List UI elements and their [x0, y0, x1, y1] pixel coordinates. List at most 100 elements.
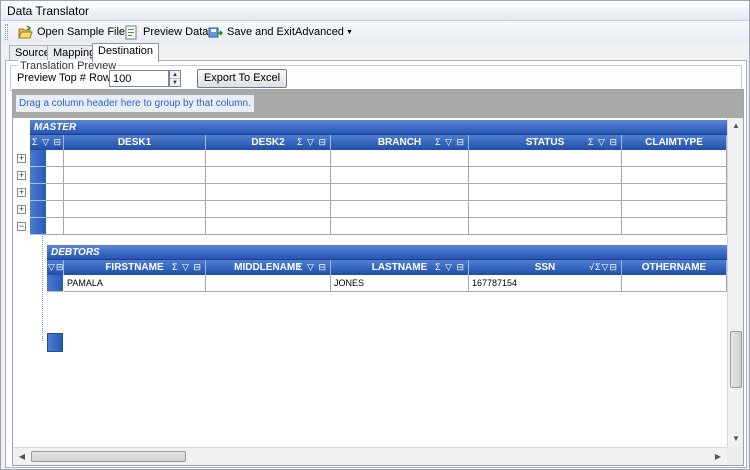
master-cell[interactable] [331, 150, 469, 167]
master-cell[interactable] [331, 218, 469, 235]
debtors-col-middlename[interactable]: MIDDLENAME Σ ▽ ⊟ [206, 260, 331, 275]
master-row-selector[interactable] [30, 201, 46, 218]
master-row-indicator-cell[interactable] [46, 201, 64, 218]
master-cell[interactable] [331, 201, 469, 218]
tab-destination[interactable]: Destination [92, 43, 160, 62]
open-sample-file-button[interactable]: Open Sample File [18, 23, 125, 41]
master-cell[interactable] [331, 167, 469, 184]
vertical-scrollbar[interactable]: ▲ ▼ [727, 118, 743, 465]
debtor-cell-firstname[interactable]: PAMALA [64, 275, 206, 292]
toolbar-grip[interactable] [5, 24, 8, 40]
collapse-row-icon[interactable]: − [17, 222, 26, 231]
debtors-col-ssn-label: SSN [534, 262, 556, 273]
scroll-corner [727, 447, 743, 465]
save-and-exit-button[interactable]: Save and Exit [208, 23, 295, 41]
master-col-desk1[interactable]: DESK1 [64, 135, 206, 150]
master-cell[interactable] [469, 218, 622, 235]
master-cell[interactable] [622, 218, 727, 235]
debtors-corner-icon: ▽⊟ [48, 262, 64, 272]
master-cell[interactable] [206, 218, 331, 235]
lastname-header-icons[interactable]: Σ ▽ ⊟ [435, 260, 465, 275]
master-cell[interactable] [469, 167, 622, 184]
master-row-selector[interactable] [30, 150, 46, 167]
master-cell[interactable] [469, 201, 622, 218]
horizontal-scrollbar[interactable]: ◀ ▶ [13, 447, 727, 465]
debtors-col-othername[interactable]: OTHERNAME [622, 260, 727, 275]
expand-row-icon[interactable]: + [17, 188, 26, 197]
debtors-col-lastname[interactable]: LASTNAME Σ ▽ ⊟ [331, 260, 469, 275]
master-cell[interactable] [622, 184, 727, 201]
status-header-icons[interactable]: Σ ▽ ⊟ [588, 135, 618, 150]
spin-down-icon[interactable]: ▼ [170, 79, 180, 87]
debtor-cell-ssn[interactable]: 167787154 [469, 275, 622, 292]
debtor-cell-middlename[interactable] [206, 275, 331, 292]
preview-data-button[interactable]: Preview Data [124, 23, 208, 41]
horizontal-scroll-thumb[interactable] [31, 451, 186, 462]
desk2-header-icons[interactable]: Σ ▽ ⊟ [297, 135, 327, 150]
debtors-add-row-selector[interactable] [47, 333, 63, 352]
master-col-desk1-label: DESK1 [117, 137, 152, 148]
middlename-header-icons[interactable]: Σ ▽ ⊟ [297, 260, 327, 275]
master-row-indicator-cell[interactable] [46, 167, 64, 184]
master-row-indicator-cell[interactable] [46, 150, 64, 167]
destination-panel: Translation Preview Preview Top # Rows ▲… [5, 60, 747, 468]
master-cell[interactable] [64, 218, 206, 235]
master-cell[interactable] [64, 184, 206, 201]
master-col-status[interactable]: STATUS Σ ▽ ⊟ [469, 135, 622, 150]
advanced-menu-button[interactable]: Advanced ▼ [295, 23, 353, 41]
master-cell[interactable] [206, 150, 331, 167]
group-by-area[interactable]: Drag a column header here to group by th… [13, 90, 743, 118]
branch-header-icons[interactable]: Σ ▽ ⊟ [435, 135, 465, 150]
master-cell[interactable] [206, 201, 331, 218]
master-row-header-corner[interactable]: Σ ▽ ⊟ [30, 135, 64, 150]
debtors-col-firstname[interactable]: FIRSTNAME Σ ▽ ⊟ [64, 260, 206, 275]
vertical-scroll-thumb[interactable] [730, 331, 742, 388]
master-row-selector[interactable] [30, 184, 46, 201]
debtors-col-lastname-label: LASTNAME [371, 262, 428, 273]
master-row-indicator-cell[interactable] [46, 184, 64, 201]
preview-rows-spinner[interactable]: ▲ ▼ [169, 70, 181, 87]
dropdown-arrow-icon: ▼ [345, 28, 353, 36]
master-row-selector[interactable] [30, 218, 46, 235]
master-cell[interactable] [64, 167, 206, 184]
debtors-row-header-corner[interactable]: ▽⊟ [47, 260, 64, 275]
master-col-claimtype[interactable]: CLAIMTYPE [622, 135, 727, 150]
toolbar: Open Sample File Preview Data Save and E… [1, 21, 749, 43]
master-cell[interactable] [622, 167, 727, 184]
preview-rows-input[interactable] [109, 70, 169, 87]
expand-row-icon[interactable]: + [17, 154, 26, 163]
master-cell[interactable] [206, 167, 331, 184]
expand-row-icon[interactable]: + [17, 171, 26, 180]
debtor-cell-lastname[interactable]: JONES [331, 275, 469, 292]
master-col-desk2[interactable]: DESK2 Σ ▽ ⊟ [206, 135, 331, 150]
spin-up-icon[interactable]: ▲ [170, 71, 180, 79]
master-cell[interactable] [206, 184, 331, 201]
scroll-up-icon[interactable]: ▲ [728, 118, 743, 134]
master-cell[interactable] [331, 184, 469, 201]
ssn-header-icons[interactable]: √Σ▽⊟ [589, 260, 618, 275]
title-bar: Data Translator [1, 1, 749, 21]
debtor-row-selector[interactable] [47, 275, 63, 292]
scroll-right-icon[interactable]: ▶ [710, 449, 726, 465]
master-cell[interactable] [622, 150, 727, 167]
master-cell[interactable] [622, 201, 727, 218]
data-translator-window: Data Translator Open Sample File Preview… [0, 0, 750, 470]
export-to-excel-button[interactable]: Export To Excel [197, 69, 287, 88]
document-preview-icon [124, 25, 139, 40]
master-row-selector[interactable] [30, 167, 46, 184]
master-cell[interactable] [64, 201, 206, 218]
scroll-left-icon[interactable]: ◀ [14, 449, 30, 465]
master-row-indicator-cell[interactable] [46, 218, 64, 235]
expand-row-icon[interactable]: + [17, 205, 26, 214]
master-col-branch[interactable]: BRANCH Σ ▽ ⊟ [331, 135, 469, 150]
debtor-cell-othername[interactable] [622, 275, 727, 292]
child-tree-line [42, 233, 43, 341]
master-cell[interactable] [469, 150, 622, 167]
firstname-header-icons[interactable]: Σ ▽ ⊟ [172, 260, 202, 275]
debtors-col-othername-label: OTHERNAME [641, 262, 707, 273]
master-cell[interactable] [64, 150, 206, 167]
master-cell[interactable] [469, 184, 622, 201]
master-corner-icons: Σ ▽ ⊟ [32, 137, 63, 147]
debtors-col-ssn[interactable]: SSN √Σ▽⊟ [469, 260, 622, 275]
scroll-down-icon[interactable]: ▼ [728, 431, 743, 447]
